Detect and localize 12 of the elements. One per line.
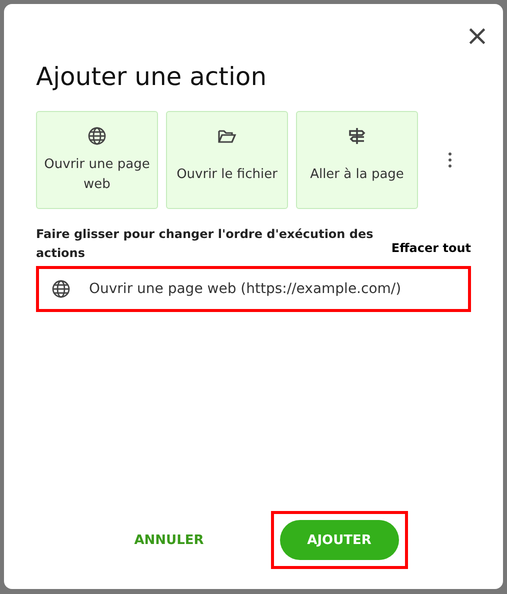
signpost-icon [347, 126, 367, 146]
instruction-text: Faire glisser pour changer l'ordre d'exécution des actions [36, 226, 374, 262]
action-type-card[interactable]: Aller à la page [296, 111, 418, 209]
action-label: Ouvrir une page web (https://example.com/) [89, 281, 402, 297]
clear-all-link[interactable]: Effacer tout [391, 241, 471, 263]
action-type-card[interactable]: Ouvrir une page web [36, 111, 158, 209]
action-list-item[interactable]: Ouvrir une page web (https://example.com/) [36, 266, 471, 312]
globe-icon [87, 126, 107, 146]
cancel-button[interactable]: ANNULER [122, 522, 216, 558]
globe-icon [51, 279, 71, 299]
action-type-card[interactable]: Ouvrir le fichier [166, 111, 288, 209]
dialog-title: Ajouter une action [36, 62, 268, 91]
